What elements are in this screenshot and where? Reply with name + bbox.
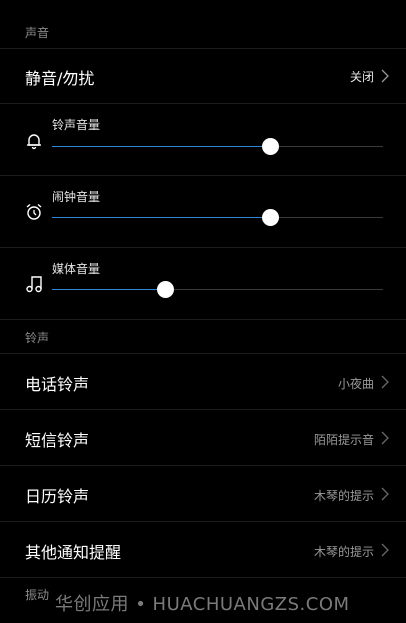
ringtone-label: 短信铃声 bbox=[25, 431, 90, 450]
media-volume-slider[interactable] bbox=[52, 281, 383, 298]
slider-row-media-volume: 媒体音量 bbox=[0, 248, 406, 319]
ringtone-row-calendar[interactable]: 日历铃声 木琴的提示 bbox=[0, 466, 406, 521]
bell-icon bbox=[27, 134, 41, 150]
ringtone-row-sms[interactable]: 短信铃声 陌陌提示音 bbox=[0, 410, 406, 465]
slider-row-ringtone-volume: 铃声音量 bbox=[0, 104, 406, 175]
divider bbox=[0, 577, 406, 578]
slider-fill bbox=[52, 146, 270, 147]
ringtone-value: 木琴的提示 bbox=[313, 489, 374, 503]
chevron-right-icon bbox=[381, 431, 389, 445]
ringtone-label: 电话铃声 bbox=[25, 375, 90, 394]
watermark-text: 华创应用 • HUACHUANGZS.COM bbox=[55, 594, 350, 615]
ringtone-value: 小夜曲 bbox=[337, 377, 374, 391]
chevron-right-icon bbox=[381, 375, 389, 389]
ringtone-label: 其他通知提醒 bbox=[25, 543, 122, 562]
section-header-vibration: 振动 bbox=[25, 588, 50, 602]
slider-fill bbox=[52, 289, 165, 290]
section-header-ringtone: 铃声 bbox=[25, 331, 50, 345]
section-header-sound: 声音 bbox=[25, 26, 50, 40]
ringtone-label: 日历铃声 bbox=[25, 487, 90, 506]
slider-label: 媒体音量 bbox=[52, 262, 101, 276]
slider-thumb[interactable] bbox=[262, 138, 279, 155]
alarm-clock-icon bbox=[26, 203, 42, 220]
alarm-volume-slider[interactable] bbox=[52, 209, 383, 226]
divider bbox=[0, 319, 406, 320]
ringtone-row-phone[interactable]: 电话铃声 小夜曲 bbox=[0, 354, 406, 409]
chevron-right-icon bbox=[381, 543, 389, 557]
ringtone-value: 陌陌提示音 bbox=[313, 433, 374, 447]
chevron-right-icon bbox=[381, 69, 389, 83]
slider-thumb[interactable] bbox=[262, 209, 279, 226]
slider-thumb[interactable] bbox=[157, 281, 174, 298]
music-note-icon bbox=[26, 276, 42, 293]
slider-fill bbox=[52, 217, 270, 218]
dnd-label: 静音/勿扰 bbox=[25, 69, 95, 88]
slider-label: 闹钟音量 bbox=[52, 190, 101, 204]
dnd-row[interactable]: 静音/勿扰 关闭 bbox=[0, 49, 406, 103]
ringtone-volume-slider[interactable] bbox=[52, 138, 383, 155]
ringtone-value: 木琴的提示 bbox=[313, 545, 374, 559]
slider-label: 铃声音量 bbox=[52, 118, 101, 132]
dnd-value: 关闭 bbox=[349, 70, 374, 84]
slider-row-alarm-volume: 闹钟音量 bbox=[0, 176, 406, 247]
chevron-right-icon bbox=[381, 487, 389, 501]
ringtone-row-other-notifications[interactable]: 其他通知提醒 木琴的提示 bbox=[0, 522, 406, 577]
